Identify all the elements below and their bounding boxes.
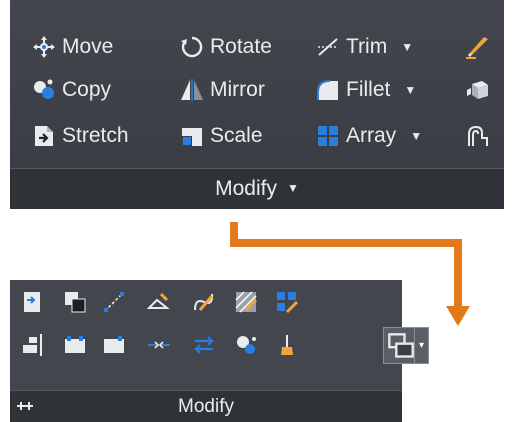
align-icon bbox=[23, 334, 42, 356]
erase-button[interactable] bbox=[466, 30, 490, 64]
array-dropdown-arrow[interactable]: ▼ bbox=[410, 129, 422, 143]
icon-button-12[interactable] bbox=[190, 331, 218, 359]
copy-label: Copy bbox=[62, 78, 112, 101]
fillet-icon bbox=[317, 80, 338, 100]
icon-button-9[interactable] bbox=[61, 331, 89, 359]
fillet-button[interactable]: Fillet ▼ bbox=[316, 73, 416, 107]
panel-expand-arrow-icon[interactable]: ▼ bbox=[287, 181, 299, 195]
document-arrow-icon bbox=[24, 292, 40, 312]
icon-button-2[interactable] bbox=[61, 288, 89, 316]
stretch-label: Stretch bbox=[62, 124, 129, 147]
erase-icon bbox=[466, 37, 488, 59]
icon-button-10[interactable] bbox=[100, 331, 128, 359]
mirror-icon bbox=[181, 79, 203, 101]
panel-title-collapsed[interactable]: Modify bbox=[10, 396, 402, 418]
tool-row-1: Move Rotate Trim ▼ bbox=[10, 27, 504, 67]
copy-icon bbox=[34, 79, 54, 99]
break-at-point-icon bbox=[65, 336, 85, 353]
trim-label: Trim bbox=[346, 35, 388, 58]
icon-button-3[interactable] bbox=[100, 288, 128, 316]
panel-footer-collapsed[interactable]: Modify bbox=[10, 390, 402, 422]
explode-icon bbox=[467, 81, 488, 99]
split-button-dropdown-arrow[interactable]: ▾ bbox=[414, 328, 428, 363]
icon-button-14[interactable] bbox=[273, 331, 301, 359]
panel-title[interactable]: Modify ▼ bbox=[10, 177, 504, 201]
match-properties-icon bbox=[281, 335, 293, 355]
copy-button[interactable]: Copy bbox=[32, 73, 111, 107]
mirror-button[interactable]: Mirror bbox=[180, 73, 265, 107]
scale-icon bbox=[182, 128, 202, 146]
stretch-icon bbox=[35, 126, 53, 146]
reverse-icon bbox=[194, 336, 214, 354]
offset-button[interactable] bbox=[466, 119, 490, 153]
icon-button-4[interactable] bbox=[145, 288, 173, 316]
move-button[interactable]: Move bbox=[32, 30, 113, 64]
edit-polyline-icon bbox=[147, 292, 170, 309]
stretch-button[interactable]: Stretch bbox=[32, 119, 129, 153]
break-icon bbox=[104, 336, 124, 353]
tool-row-3: Stretch Scale Array ▼ bbox=[10, 116, 504, 156]
icon-button-8[interactable] bbox=[19, 331, 47, 359]
move-icon bbox=[33, 36, 55, 58]
explode-button[interactable] bbox=[466, 73, 490, 107]
array-icon bbox=[318, 126, 338, 146]
draworder-split-button[interactable]: ▾ bbox=[383, 327, 429, 364]
join-icon bbox=[148, 341, 170, 349]
set-by-layer-icon bbox=[237, 336, 256, 354]
rotate-icon bbox=[181, 36, 203, 58]
array-button[interactable]: Array ▼ bbox=[316, 119, 422, 153]
move-label: Move bbox=[62, 35, 114, 58]
icon-button-5[interactable] bbox=[190, 288, 218, 316]
trim-button[interactable]: Trim ▼ bbox=[316, 30, 413, 64]
rotate-button[interactable]: Rotate bbox=[180, 30, 272, 64]
icon-button-6[interactable] bbox=[232, 288, 260, 316]
modify-panel-expanded: Move Rotate Trim ▼ Copy Mirror Fillet ▼ … bbox=[10, 0, 504, 209]
edit-hatch-icon bbox=[235, 291, 258, 313]
tool-row-2: Copy Mirror Fillet ▼ bbox=[10, 70, 504, 110]
panel-title-text: Modify bbox=[215, 177, 277, 200]
panel-footer[interactable]: Modify ▼ bbox=[10, 168, 504, 209]
trim-dropdown-arrow[interactable]: ▼ bbox=[401, 40, 413, 54]
draworder-icon bbox=[65, 292, 86, 313]
fillet-dropdown-arrow[interactable]: ▼ bbox=[404, 83, 416, 97]
fillet-label: Fillet bbox=[346, 78, 391, 101]
break-line-icon bbox=[104, 292, 124, 312]
trim-icon bbox=[318, 38, 338, 56]
icon-button-13[interactable] bbox=[232, 331, 260, 359]
scale-label: Scale bbox=[210, 124, 263, 147]
icon-button-7[interactable] bbox=[273, 288, 301, 316]
scale-button[interactable]: Scale bbox=[180, 119, 263, 153]
array-label: Array bbox=[346, 124, 397, 147]
icon-button-1[interactable] bbox=[19, 288, 47, 316]
offset-icon bbox=[468, 125, 488, 146]
edit-array-icon bbox=[277, 292, 299, 314]
icon-button-11[interactable] bbox=[145, 331, 173, 359]
draworder-front-icon bbox=[388, 333, 414, 358]
mirror-label: Mirror bbox=[210, 78, 265, 101]
rotate-label: Rotate bbox=[210, 35, 272, 58]
edit-spline-icon bbox=[194, 293, 214, 311]
